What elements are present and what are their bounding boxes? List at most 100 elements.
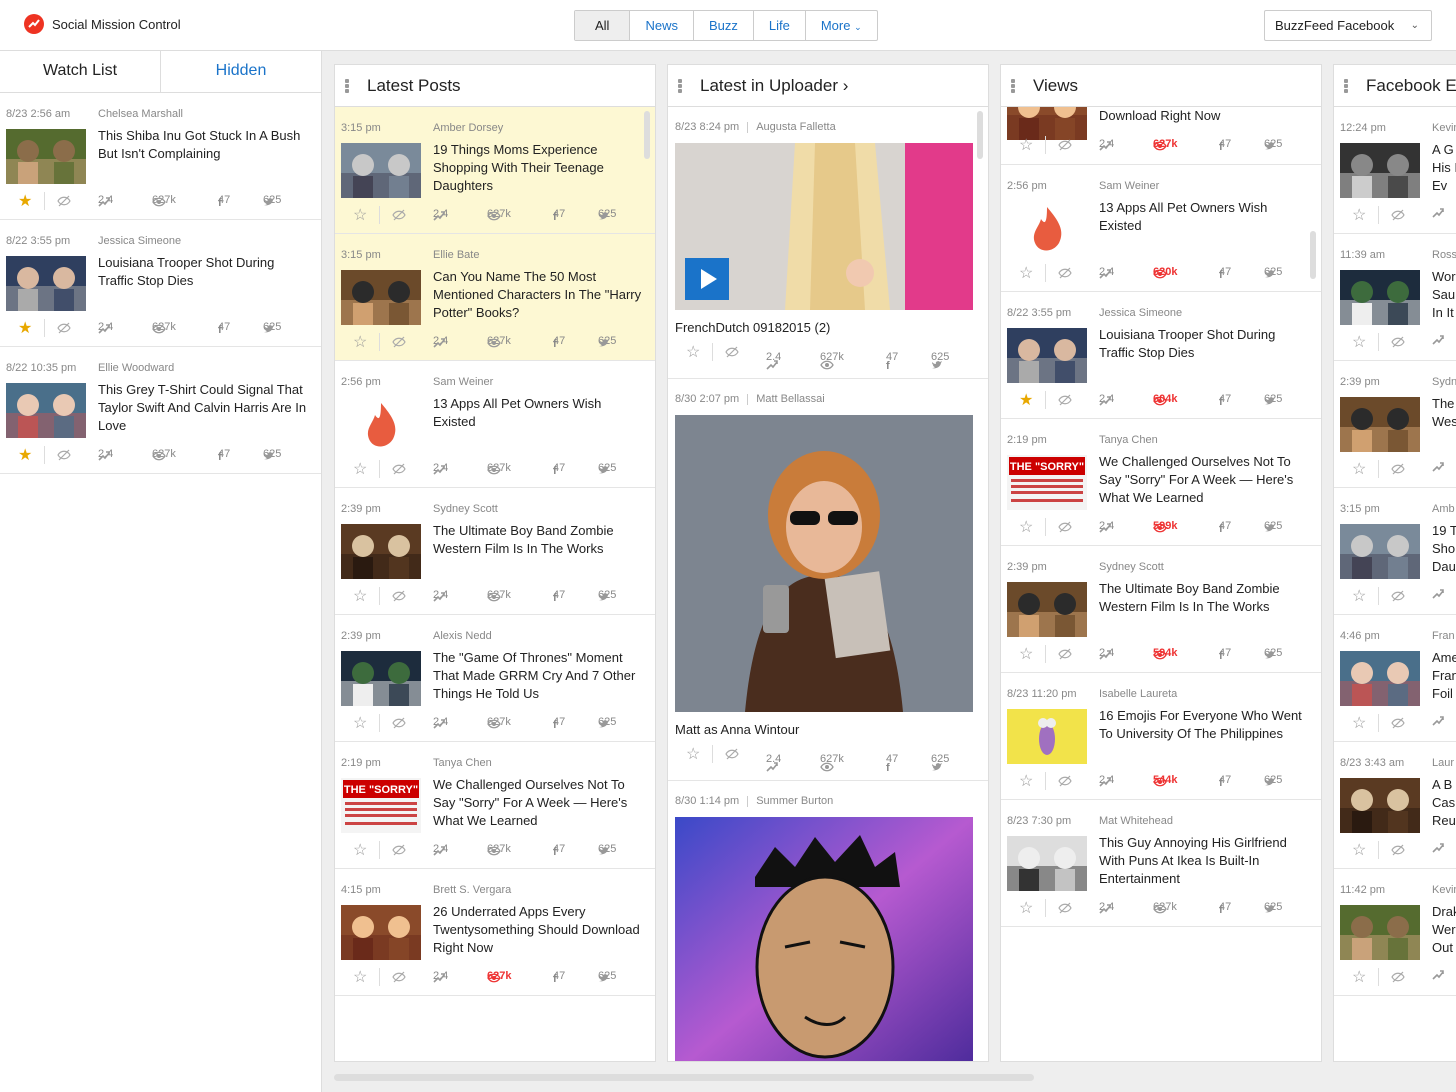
hide-icon[interactable] — [392, 209, 406, 221]
filter-life[interactable]: Life — [752, 11, 805, 40]
post-thumbnail[interactable] — [1007, 328, 1087, 383]
post-thumbnail[interactable] — [341, 143, 421, 198]
post-item[interactable]: 2:39 pm Sydney Scott The Ultimate Boy Band… — [335, 488, 655, 615]
post-thumbnail[interactable] — [1340, 397, 1420, 452]
post-title[interactable]: Ame Fran Foil — [1432, 649, 1456, 703]
hide-icon[interactable] — [1058, 648, 1072, 660]
star-icon[interactable]: ☆ — [353, 205, 367, 225]
hide-icon[interactable] — [57, 449, 71, 461]
star-icon[interactable]: ★ — [18, 445, 32, 465]
post-thumbnail[interactable] — [1007, 836, 1087, 891]
post-title[interactable]: 13 Apps All Pet Owners Wish Existed — [433, 395, 645, 431]
post-item[interactable]: 8/23 11:20 pm Isabelle Laureta 16 Emojis F… — [1001, 673, 1321, 800]
post-title[interactable]: Download Right Now — [1099, 107, 1311, 125]
scrollbar[interactable] — [644, 111, 650, 159]
star-icon[interactable]: ☆ — [1019, 517, 1033, 537]
post-title[interactable]: The Ultimate Boy Band Zombie Western Fil… — [433, 522, 645, 558]
star-icon[interactable]: ★ — [1019, 390, 1033, 410]
filter-all[interactable]: All — [575, 11, 630, 40]
post-title[interactable]: The Ultimate Boy Band Zombie Western Fil… — [1099, 580, 1311, 616]
star-icon[interactable]: ☆ — [353, 332, 367, 352]
post-item[interactable]: 3:15 pm Amb 19 T Sho Dau ☆ — [1334, 488, 1456, 615]
star-icon[interactable]: ☆ — [353, 586, 367, 606]
post-thumbnail[interactable] — [341, 905, 421, 960]
tab-watch-list[interactable]: Watch List — [0, 51, 161, 92]
hide-icon[interactable] — [725, 346, 739, 358]
star-icon[interactable]: ☆ — [1352, 459, 1366, 479]
post-thumbnail[interactable] — [6, 256, 86, 311]
star-icon[interactable]: ☆ — [1019, 644, 1033, 664]
star-icon[interactable]: ☆ — [686, 744, 700, 764]
post-title[interactable]: We Challenged Ourselves Not To Say "Sorr… — [1099, 453, 1311, 507]
star-icon[interactable]: ☆ — [1352, 713, 1366, 733]
post-thumbnail[interactable]: THE "SORRY" — [1007, 455, 1087, 510]
hide-icon[interactable] — [392, 590, 406, 602]
post-image[interactable] — [675, 817, 973, 1061]
post-title[interactable]: The "Game Of Thrones" Moment That Made G… — [433, 649, 645, 703]
drag-handle-icon[interactable] — [345, 78, 349, 93]
star-icon[interactable]: ☆ — [1352, 332, 1366, 352]
post-thumbnail[interactable] — [1340, 905, 1420, 960]
post-item[interactable]: 12:24 pm Kevin A G His It Ev ☆ — [1334, 107, 1456, 234]
star-icon[interactable]: ☆ — [1352, 840, 1366, 860]
scrollbar[interactable] — [1310, 231, 1316, 279]
post-thumbnail[interactable] — [6, 129, 86, 184]
uploader-item[interactable]: 8/30 2:07 pm Matt Bellassai Matt as Anna W… — [668, 379, 988, 781]
video-thumbnail[interactable] — [675, 143, 973, 310]
hide-icon[interactable] — [1391, 844, 1405, 856]
post-thumbnail[interactable] — [1340, 778, 1420, 833]
star-icon[interactable]: ☆ — [353, 459, 367, 479]
uploader-item[interactable]: 8/23 8:24 pm Augusta Falletta FrenchDutch … — [668, 107, 988, 379]
hide-icon[interactable] — [725, 748, 739, 760]
post-thumbnail[interactable] — [341, 651, 421, 706]
star-icon[interactable]: ☆ — [1019, 135, 1033, 155]
hide-icon[interactable] — [57, 195, 71, 207]
post-title[interactable]: The Wes — [1432, 395, 1456, 431]
post-item[interactable]: 8/23 2:56 am Chelsea Marshall This Shiba I… — [0, 93, 321, 220]
post-title[interactable]: 16 Emojis For Everyone Who Went To Unive… — [1099, 707, 1311, 743]
star-icon[interactable]: ☆ — [1019, 263, 1033, 283]
post-item[interactable]: 11:39 am Ross Wor Sau In It ☆ — [1334, 234, 1456, 361]
star-icon[interactable]: ☆ — [1352, 967, 1366, 987]
post-item[interactable]: 2:39 pm Sydney Scott The Ultimate Boy Band… — [1001, 546, 1321, 673]
hide-icon[interactable] — [1391, 336, 1405, 348]
post-thumbnail[interactable] — [1340, 270, 1420, 325]
post-image[interactable] — [675, 415, 973, 712]
star-icon[interactable]: ☆ — [686, 342, 700, 362]
post-title[interactable]: Louisiana Trooper Shot During Traffic St… — [1099, 326, 1311, 362]
star-icon[interactable]: ☆ — [353, 713, 367, 733]
hide-icon[interactable] — [1391, 717, 1405, 729]
hide-icon[interactable] — [1391, 590, 1405, 602]
post-thumbnail[interactable] — [341, 270, 421, 325]
post-title[interactable]: Louisiana Trooper Shot During Traffic St… — [98, 254, 310, 290]
hide-icon[interactable] — [1058, 267, 1072, 279]
star-icon[interactable]: ★ — [18, 318, 32, 338]
post-thumbnail[interactable] — [6, 383, 86, 438]
post-title[interactable]: This Shiba Inu Got Stuck In A Bush But I… — [98, 127, 310, 163]
post-thumbnail[interactable] — [1340, 524, 1420, 579]
hide-icon[interactable] — [1391, 209, 1405, 221]
post-item[interactable]: 3:15 pm Amber Dorsey 19 Things Moms Experi… — [335, 107, 655, 234]
hide-icon[interactable] — [392, 717, 406, 729]
filter-buzz[interactable]: Buzz — [692, 11, 753, 40]
post-item[interactable]: Download Right Now ☆ 2.4 627k f47 625 — [1001, 85, 1321, 165]
app-logo[interactable]: Social Mission Control — [24, 14, 181, 34]
post-thumbnail[interactable] — [341, 524, 421, 579]
post-item[interactable]: 8/23 3:43 am Laur A B Cas Reu ☆ — [1334, 742, 1456, 869]
star-icon[interactable]: ☆ — [353, 840, 367, 860]
post-title[interactable]: 13 Apps All Pet Owners Wish Existed — [1099, 199, 1311, 235]
drag-handle-icon[interactable] — [1344, 78, 1348, 93]
hide-icon[interactable] — [1391, 971, 1405, 983]
post-item[interactable]: 4:46 pm Fran Ame Fran Foil ☆ — [1334, 615, 1456, 742]
post-item[interactable]: 2:56 pm Sam Weiner 13 Apps All Pet Owners … — [335, 361, 655, 488]
star-icon[interactable]: ☆ — [1352, 586, 1366, 606]
post-item[interactable]: 2:39 pm Sydn The Wes ☆ — [1334, 361, 1456, 488]
hide-icon[interactable] — [392, 844, 406, 856]
hide-icon[interactable] — [392, 971, 406, 983]
star-icon[interactable]: ★ — [18, 191, 32, 211]
post-title[interactable]: 26 Underrated Apps Every Twentysomething… — [433, 903, 645, 957]
hide-icon[interactable] — [1058, 139, 1072, 151]
drag-handle-icon[interactable] — [678, 78, 682, 93]
hide-icon[interactable] — [1058, 775, 1072, 787]
hide-icon[interactable] — [1058, 902, 1072, 914]
